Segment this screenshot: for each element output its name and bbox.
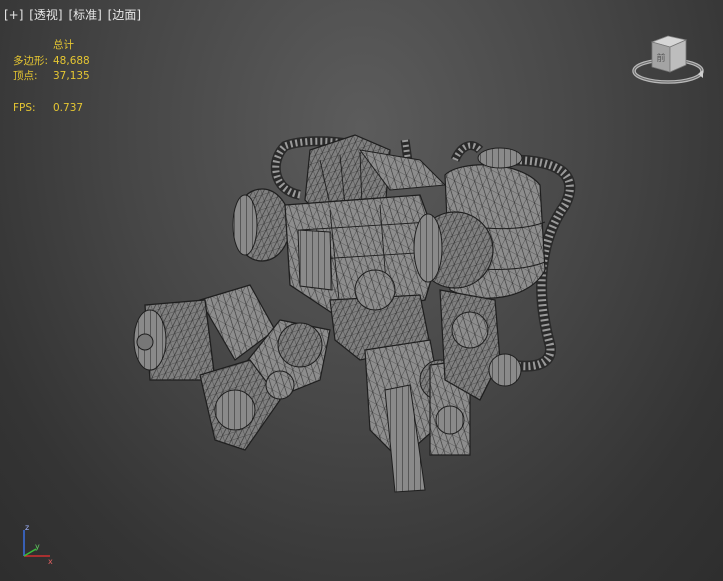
axis-y-label: y <box>35 542 40 551</box>
axis-x-label: x <box>48 557 53 566</box>
axis-z-label: z <box>25 523 29 532</box>
axis-tripod: z x y <box>23 523 53 566</box>
right-tank-cap <box>477 147 523 169</box>
chest-vent <box>297 229 333 291</box>
robot-model-wireframe[interactable] <box>0 0 723 581</box>
